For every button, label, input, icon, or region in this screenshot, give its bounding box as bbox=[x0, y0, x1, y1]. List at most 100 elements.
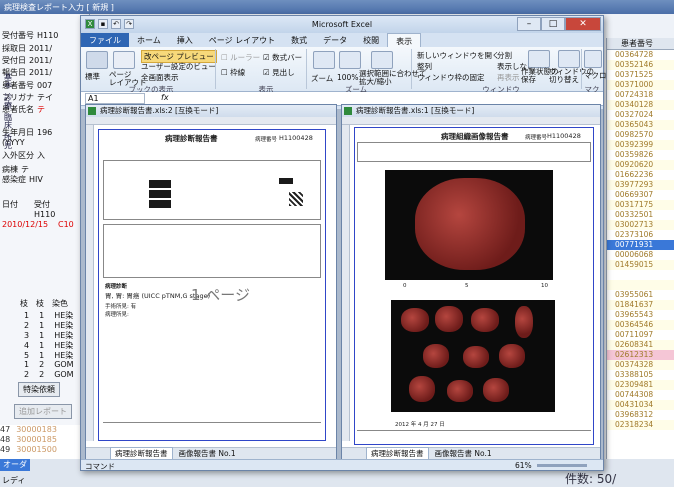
patient-list-item[interactable]: 00365043 bbox=[607, 120, 674, 130]
bg-field-value[interactable]: テ bbox=[21, 165, 29, 174]
patient-list-item[interactable]: 00724318 bbox=[607, 90, 674, 100]
bg-field-value[interactable]: 2011/ bbox=[29, 68, 52, 77]
add-report-button[interactable]: 追加レポート bbox=[14, 404, 72, 419]
name-box[interactable]: A1 bbox=[85, 93, 145, 104]
patient-list-item[interactable]: 02612313 bbox=[607, 350, 674, 360]
patient-list-item[interactable]: 00332501 bbox=[607, 210, 674, 220]
bg-field-value[interactable]: 196 bbox=[37, 128, 52, 137]
patient-list-item[interactable]: 03955061 bbox=[607, 290, 674, 300]
bg-field-value[interactable]: テイ bbox=[37, 93, 53, 102]
patient-list-item[interactable]: 00317175 bbox=[607, 200, 674, 210]
patient-list-item[interactable]: 02373106 bbox=[607, 230, 674, 240]
headings-checkbox[interactable]: ☑ 見出し bbox=[263, 67, 295, 78]
maximize-button[interactable]: □ bbox=[541, 17, 565, 31]
ruler-checkbox[interactable]: ☐ ルーラー bbox=[221, 52, 260, 63]
ribbon-tab[interactable]: 挿入 bbox=[169, 33, 201, 47]
patient-list-item[interactable]: 01841637 bbox=[607, 300, 674, 310]
patient-list-item[interactable]: 03002713 bbox=[607, 220, 674, 230]
patient-list-item[interactable]: 00006068 bbox=[607, 250, 674, 260]
formula-bar-checkbox[interactable]: ☑ 数式バー bbox=[263, 52, 302, 63]
patient-list-item[interactable]: 00340128 bbox=[607, 100, 674, 110]
macro-icon[interactable] bbox=[584, 50, 602, 68]
zoom-button[interactable]: ズーム bbox=[311, 73, 333, 84]
patient-list[interactable]: 患者番号 00364728 00352146 00371525 00371000 007… bbox=[606, 38, 674, 463]
normal-view-icon[interactable] bbox=[86, 51, 108, 69]
patient-list-item[interactable]: 02608341 bbox=[607, 340, 674, 350]
patient-list-item[interactable]: 03977293 bbox=[607, 180, 674, 190]
patient-list-item[interactable]: 00364728 bbox=[607, 50, 674, 60]
ribbon-tab[interactable]: ホーム bbox=[129, 33, 169, 47]
patient-list-item[interactable]: 00364546 bbox=[607, 320, 674, 330]
bg-field-value[interactable]: 2011/ bbox=[29, 56, 52, 65]
special-stain-button[interactable]: 特染依頼 bbox=[18, 382, 60, 397]
ribbon-tab[interactable]: 表示 bbox=[387, 33, 422, 47]
minimize-button[interactable]: – bbox=[517, 17, 541, 31]
unhide-button[interactable]: 再表示 bbox=[497, 72, 520, 83]
bg-field-value[interactable]: HIV bbox=[29, 175, 43, 184]
patient-list-item[interactable]: 00711097 bbox=[607, 330, 674, 340]
bg-side-tab[interactable]: 基本 bbox=[4, 74, 12, 90]
bg-field-value[interactable]: 入 bbox=[37, 151, 45, 160]
ribbon-tab[interactable]: データ bbox=[315, 33, 355, 47]
switch-windows-icon[interactable] bbox=[558, 50, 580, 68]
zoom-icon[interactable] bbox=[313, 51, 335, 69]
zoom-slider[interactable] bbox=[537, 464, 587, 467]
new-window-button[interactable]: 新しいウィンドウを開く bbox=[417, 50, 500, 61]
patient-list-item[interactable]: 00669307 bbox=[607, 190, 674, 200]
zoom-100-button[interactable]: 100% bbox=[337, 73, 358, 82]
sheet-tab-image[interactable]: 画像報告書 No.1 bbox=[179, 448, 236, 459]
gridlines-checkbox[interactable]: ☐ 枠線 bbox=[221, 67, 245, 78]
page-layout-icon[interactable] bbox=[113, 51, 135, 69]
bg-field-value[interactable]: H110 bbox=[37, 31, 58, 40]
bg-field-value[interactable]: 2011/ bbox=[29, 44, 52, 53]
patient-list-item[interactable]: 00920620 bbox=[607, 160, 674, 170]
save-workspace-icon[interactable] bbox=[528, 50, 550, 68]
patient-list-item[interactable]: 03968312 bbox=[607, 410, 674, 420]
ribbon-tab[interactable]: 数式 bbox=[283, 33, 315, 47]
patient-list-item[interactable]: 00352146 bbox=[607, 60, 674, 70]
patient-list-item[interactable]: 01662236 bbox=[607, 170, 674, 180]
patient-list-item[interactable]: 01459015 bbox=[607, 260, 674, 270]
patient-list-item[interactable]: 00982570 bbox=[607, 130, 674, 140]
bg-bottom-row[interactable]: 48 30000185 bbox=[0, 435, 90, 445]
macro-button[interactable]: マクロ bbox=[584, 70, 607, 81]
freeze-panes-button[interactable]: ウィンドウ枠の固定 bbox=[417, 72, 485, 83]
bg-side-tab[interactable]: 診療 bbox=[4, 94, 12, 110]
patient-list-item[interactable]: 00374328 bbox=[607, 360, 674, 370]
zoom-selection-icon[interactable] bbox=[371, 51, 393, 69]
split-button[interactable]: 分割 bbox=[497, 50, 512, 61]
full-screen-button[interactable]: 全画面表示 bbox=[141, 72, 179, 83]
bg-field-value[interactable]: 007 bbox=[37, 81, 52, 90]
patient-list-item[interactable]: 00771931 bbox=[607, 240, 674, 250]
patient-list-item[interactable]: 00431034 bbox=[607, 400, 674, 410]
ribbon-tab[interactable]: 校閲 bbox=[355, 33, 387, 47]
bg-field-value[interactable]: テ bbox=[37, 105, 45, 114]
patient-list-item[interactable]: 00327024 bbox=[607, 110, 674, 120]
bg-bottom-row[interactable]: 47 30000183 bbox=[0, 425, 90, 435]
patient-list-item[interactable]: 03965543 bbox=[607, 310, 674, 320]
sheet-tab-image[interactable]: 画像報告書 No.1 bbox=[435, 448, 492, 459]
normal-view-button[interactable]: 標準 bbox=[85, 71, 100, 82]
close-button[interactable]: ✕ bbox=[565, 17, 601, 31]
patient-list-item[interactable] bbox=[607, 280, 674, 290]
bg-side-tab[interactable]: 臨床 bbox=[4, 114, 12, 130]
patient-list-item[interactable]: 00371525 bbox=[607, 70, 674, 80]
ribbon-tab[interactable]: ファイル bbox=[81, 33, 129, 47]
custom-view-button[interactable]: ユーザー設定のビュー bbox=[141, 61, 216, 72]
patient-list-item[interactable]: 03388105 bbox=[607, 370, 674, 380]
patient-list-item[interactable]: 00392399 bbox=[607, 140, 674, 150]
patient-list-item[interactable] bbox=[607, 270, 674, 280]
order-tab[interactable]: オーダ bbox=[0, 459, 30, 471]
zoom-percent[interactable]: 61% bbox=[515, 461, 532, 470]
bg-bottom-row[interactable]: 49 30001500 bbox=[0, 445, 90, 455]
bg-table-row[interactable]: 1 2 GOM bbox=[24, 360, 84, 369]
ribbon-tab[interactable]: ページ レイアウト bbox=[201, 33, 283, 47]
patient-list-item[interactable]: 00371000 bbox=[607, 80, 674, 90]
zoom-100-icon[interactable] bbox=[339, 51, 361, 69]
fx-icon[interactable]: fx bbox=[161, 93, 169, 102]
patient-list-item[interactable]: 02309481 bbox=[607, 380, 674, 390]
patient-list-item[interactable]: 02318234 bbox=[607, 420, 674, 430]
bg-side-tab[interactable]: 所見 bbox=[4, 134, 12, 150]
patient-list-item[interactable]: 00744308 bbox=[607, 390, 674, 400]
arrange-all-button[interactable]: 整列 bbox=[417, 61, 432, 72]
